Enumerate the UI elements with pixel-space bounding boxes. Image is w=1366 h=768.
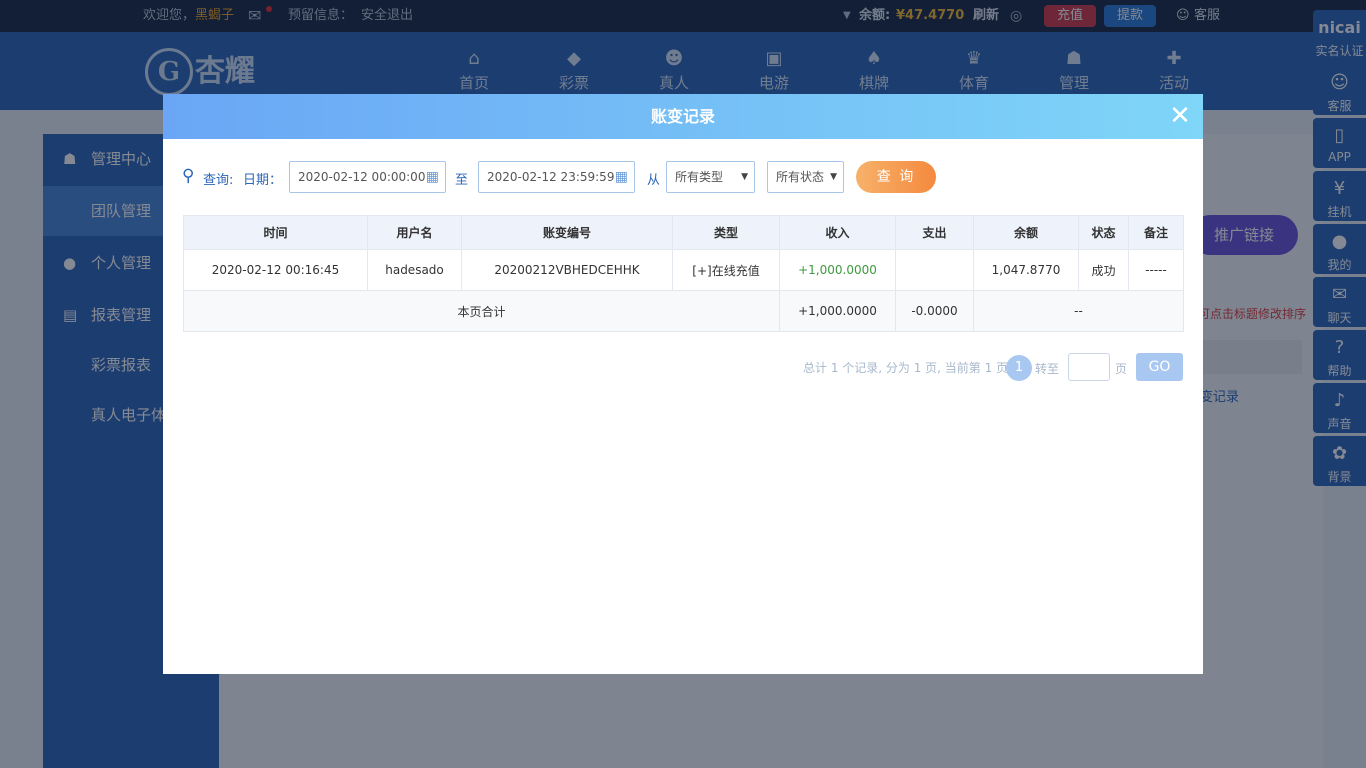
- cell-balance: 1,047.8770: [973, 249, 1079, 291]
- modal-title: 账变记录: [650, 107, 715, 126]
- col-header-expense[interactable]: 支出: [895, 215, 974, 250]
- col-header-income[interactable]: 收入: [779, 215, 896, 250]
- col-header-type[interactable]: 类型: [672, 215, 780, 250]
- cell-income: +1,000.0000: [779, 249, 896, 291]
- to-label: 至: [455, 173, 469, 188]
- cell-time: 2020-02-12 00:16:45: [183, 249, 368, 291]
- table-header-row: 时间 用户名 账变编号 类型 收入 支出 余额 状态 备注: [183, 215, 1184, 250]
- caret-down-icon: ▼: [741, 172, 748, 182]
- col-header-balance[interactable]: 余额: [973, 215, 1079, 250]
- status-select[interactable]: 所有状态 ▼: [767, 161, 844, 193]
- cell-expense: [895, 249, 974, 291]
- cell-user: hadesado: [367, 249, 462, 291]
- summary-income: +1,000.0000: [779, 290, 896, 332]
- col-header-note[interactable]: 备注: [1128, 215, 1184, 250]
- date-label: 日期：: [243, 173, 283, 188]
- col-header-id[interactable]: 账变编号: [461, 215, 673, 250]
- query-button[interactable]: 查 询: [856, 161, 936, 193]
- type-select[interactable]: 所有类型 ▼: [666, 161, 755, 193]
- cell-type: [+]在线充值: [672, 249, 780, 291]
- change-record-table: 时间 用户名 账变编号 类型 收入 支出 余额 状态 备注 2020-02-12…: [183, 215, 1184, 332]
- account-change-modal: 账变记录 ✕ ⚲ 查询: 日期： 2020-02-12 00:00:00 ▦ 至…: [163, 94, 1203, 674]
- summary-rest: --: [973, 290, 1184, 332]
- from-label: 从: [647, 173, 661, 188]
- close-icon[interactable]: ✕: [1167, 103, 1193, 129]
- caret-down-icon: ▼: [830, 172, 837, 182]
- start-date-input[interactable]: 2020-02-12 00:00:00 ▦: [289, 161, 446, 193]
- cell-note: -----: [1128, 249, 1184, 291]
- pager-info: 总计 1 个记录, 分为 1 页, 当前第 1 页: [803, 361, 1009, 375]
- jump-page-input[interactable]: [1068, 353, 1110, 381]
- calendar-icon[interactable]: ▦: [615, 162, 628, 192]
- col-header-time[interactable]: 时间: [183, 215, 368, 250]
- page-word: 页: [1115, 362, 1128, 376]
- pager-current-page[interactable]: 1: [1006, 355, 1032, 381]
- table-row: 2020-02-12 00:16:45 hadesado 20200212VBH…: [183, 249, 1184, 291]
- col-header-status[interactable]: 状态: [1078, 215, 1129, 250]
- end-date-input[interactable]: 2020-02-12 23:59:59 ▦: [478, 161, 635, 193]
- calendar-icon[interactable]: ▦: [426, 162, 439, 192]
- go-button[interactable]: GO: [1136, 353, 1183, 381]
- col-header-user[interactable]: 用户名: [367, 215, 462, 250]
- summary-row: 本页合计 +1,000.0000 -0.0000 --: [183, 290, 1184, 332]
- jump-to-label: 转至: [1035, 362, 1060, 376]
- query-label: 查询:: [203, 173, 234, 188]
- modal-header: 账变记录: [163, 94, 1203, 139]
- cell-id: 20200212VBHEDCEHHK: [461, 249, 673, 291]
- cell-status: 成功: [1078, 249, 1129, 291]
- summary-label: 本页合计: [183, 290, 780, 332]
- summary-expense: -0.0000: [895, 290, 974, 332]
- search-icon: ⚲: [182, 166, 195, 186]
